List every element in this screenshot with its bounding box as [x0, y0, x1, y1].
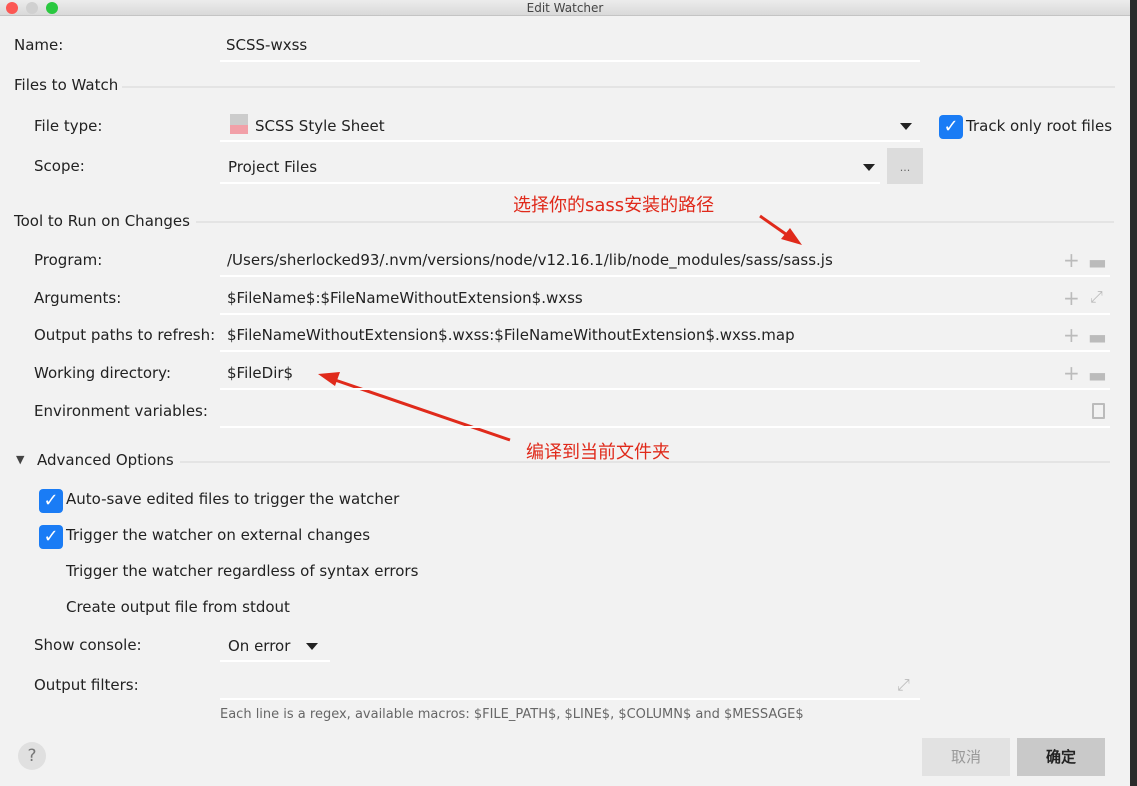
program-label: Program: [34, 251, 103, 269]
advanced-options-heading[interactable]: Advanced Options [37, 451, 174, 469]
arguments-input[interactable]: $FileName$:$FileNameWithoutExtension$.wx… [220, 281, 1110, 315]
expand-icon[interactable]: ⤢ [1090, 287, 1103, 307]
working-directory-value: $FileDir$ [227, 364, 294, 382]
insert-macro-icon[interactable]: + [1063, 248, 1080, 272]
program-value: /Users/sherlocked93/.nvm/versions/node/v… [227, 251, 833, 269]
show-console-value: On error [228, 637, 291, 655]
expand-icon[interactable]: ⤢ [897, 675, 910, 695]
folder-icon[interactable]: ▬ [1088, 363, 1107, 387]
output-filters-label: Output filters: [34, 676, 139, 694]
program-input[interactable]: /Users/sherlocked93/.nvm/versions/node/v… [220, 243, 1110, 277]
working-directory-label: Working directory: [34, 364, 172, 382]
insert-macro-icon[interactable]: + [1063, 323, 1080, 347]
arguments-label: Arguments: [34, 289, 122, 307]
external-changes-label: Trigger the watcher on external changes [66, 526, 371, 544]
syntax-errors-label: Trigger the watcher regardless of syntax… [66, 562, 419, 580]
divider [180, 461, 1110, 463]
arguments-value: $FileName$:$FileNameWithoutExtension$.wx… [227, 289, 583, 307]
document-icon[interactable] [1092, 403, 1105, 419]
folder-icon[interactable]: ▬ [1088, 325, 1107, 349]
cancel-button[interactable]: 取消 [922, 738, 1010, 776]
collapse-triangle-icon[interactable]: ▼ [16, 453, 24, 466]
help-button[interactable]: ? [18, 742, 46, 770]
chevron-down-icon [306, 643, 318, 650]
auto-save-checkbox[interactable]: ✓ [39, 489, 63, 513]
insert-macro-icon[interactable]: + [1063, 361, 1080, 385]
output-paths-value: $FileNameWithoutExtension$.wxss:$FileNam… [227, 326, 795, 344]
environment-variables-label: Environment variables: [34, 402, 208, 420]
folder-icon[interactable]: ▬ [1088, 250, 1107, 274]
working-directory-input[interactable]: $FileDir$ [220, 356, 1110, 390]
environment-variables-input[interactable] [220, 394, 1110, 428]
edit-watcher-dialog: Edit Watcher Name: SCSS-wxss Files to Wa… [0, 0, 1130, 786]
show-console-select[interactable]: On error [220, 628, 330, 662]
output-filters-hint: Each line is a regex, available macros: … [220, 707, 804, 722]
stdout-label: Create output file from stdout [66, 598, 290, 616]
external-changes-checkbox[interactable]: ✓ [39, 525, 63, 549]
insert-macro-icon[interactable]: + [1063, 286, 1080, 310]
stdout-checkbox[interactable] [39, 597, 63, 621]
show-console-label: Show console: [34, 636, 142, 654]
auto-save-label: Auto-save edited files to trigger the wa… [66, 490, 400, 508]
ok-button[interactable]: 确定 [1017, 738, 1105, 776]
output-filters-input[interactable] [220, 666, 920, 700]
output-paths-input[interactable]: $FileNameWithoutExtension$.wxss:$FileNam… [220, 318, 1110, 352]
output-paths-label: Output paths to refresh: [34, 326, 216, 344]
syntax-errors-checkbox[interactable] [39, 561, 63, 585]
